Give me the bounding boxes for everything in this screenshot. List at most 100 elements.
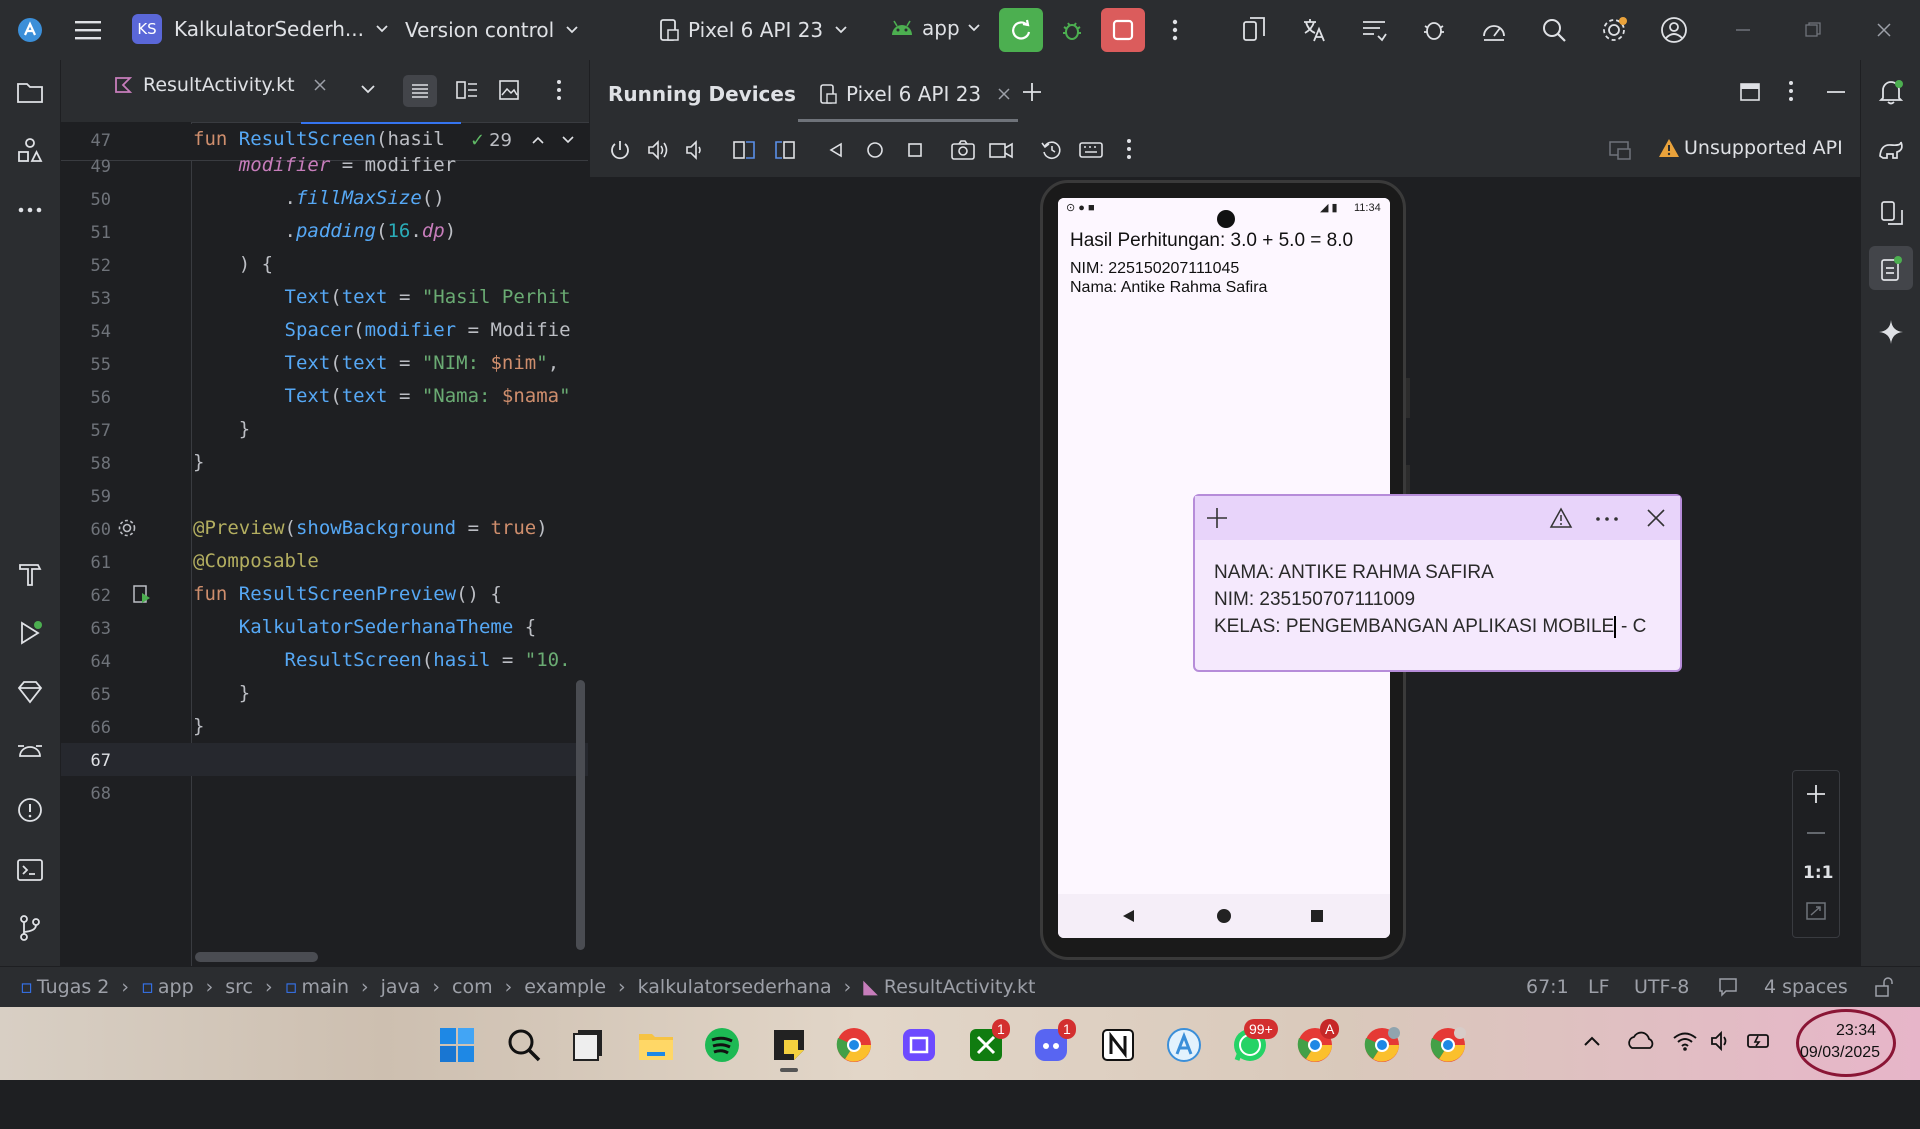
- chrome-profile-c-button[interactable]: [1429, 1026, 1467, 1064]
- sticky-header-code[interactable]: fun ResultScreen(hasil: [193, 128, 445, 150]
- gradle-button[interactable]: [1871, 130, 1911, 170]
- volume-tray-icon[interactable]: [1710, 1030, 1736, 1052]
- snapshot-button[interactable]: [1040, 138, 1064, 162]
- note-line-nim[interactable]: NIM: 235150707111009: [1214, 589, 1415, 611]
- proton-vpn-button[interactable]: [900, 1026, 938, 1064]
- rotate-right-button[interactable]: [772, 138, 798, 162]
- spotify-button[interactable]: [703, 1026, 741, 1064]
- run-tool-button[interactable]: [10, 613, 50, 653]
- chrome-profile-b-button[interactable]: [1363, 1026, 1401, 1064]
- resource-manager-button[interactable]: [10, 130, 50, 170]
- app-quality-button[interactable]: [10, 730, 50, 770]
- problems-tool-button[interactable]: [10, 790, 50, 830]
- file-explorer-button[interactable]: [637, 1026, 675, 1064]
- zoom-actual-size-button[interactable]: 1:1: [1803, 863, 1833, 883]
- editor-tab-resultactivity[interactable]: ResultActivity.kt: [113, 74, 327, 96]
- onedrive-tray-icon[interactable]: [1626, 1030, 1656, 1052]
- code-line[interactable]: KalkulatorSederhanaTheme {: [193, 616, 536, 638]
- taskbar-search-button[interactable]: [505, 1026, 543, 1064]
- account-button[interactable]: [1654, 10, 1694, 50]
- code-line[interactable]: .padding(16.dp): [193, 220, 457, 242]
- battery-tray-icon[interactable]: [1746, 1030, 1774, 1052]
- running-devices-side-button[interactable]: [1869, 246, 1913, 290]
- code-line[interactable]: Text(text = "Nama: $nama": [193, 385, 571, 407]
- phone-side-button[interactable]: [1406, 378, 1410, 418]
- sticky-notes-button[interactable]: [770, 1026, 808, 1064]
- build-tool-button[interactable]: [10, 554, 50, 594]
- screenshot-button[interactable]: [950, 138, 976, 162]
- run-config-selector[interactable]: app: [888, 16, 982, 40]
- start-button[interactable]: [438, 1026, 476, 1064]
- device-more-button[interactable]: [1126, 138, 1132, 160]
- apply-changes-button[interactable]: [999, 8, 1043, 52]
- breadcrumb-item[interactable]: kalkulatorsederhana: [638, 976, 832, 998]
- next-highlight-button[interactable]: [560, 132, 576, 148]
- git-tool-button[interactable]: [10, 908, 50, 948]
- logcat-button[interactable]: [1354, 10, 1394, 50]
- inspection-summary[interactable]: ✓ 29: [470, 130, 512, 151]
- device-tab-pixel6[interactable]: Pixel 6 API 23: [818, 82, 1011, 106]
- debug-button[interactable]: [1052, 10, 1092, 50]
- chrome-button[interactable]: [835, 1026, 873, 1064]
- code-line[interactable]: ResultScreen(hasil = "10.: [193, 649, 571, 671]
- rotate-left-button[interactable]: [732, 138, 758, 162]
- unsupported-api-warning[interactable]: Unsupported API: [1658, 137, 1843, 159]
- wifi-tray-icon[interactable]: [1672, 1030, 1698, 1052]
- code-line[interactable]: }: [193, 418, 250, 440]
- mirror-settings-button[interactable]: [1608, 139, 1632, 161]
- volume-down-button[interactable]: [684, 138, 708, 162]
- run-preview-gutter-icon[interactable]: [132, 584, 152, 604]
- app-inspection-button[interactable]: [1414, 10, 1454, 50]
- show-hidden-icons-button[interactable]: [1582, 1032, 1602, 1052]
- power-button[interactable]: [608, 138, 632, 162]
- translate-button[interactable]: [1294, 10, 1334, 50]
- hide-panel-button[interactable]: [1826, 90, 1846, 94]
- code-line[interactable]: Spacer(modifier = Modifie: [193, 319, 571, 341]
- back-button[interactable]: [826, 138, 846, 162]
- code-line[interactable]: Text(text = "Hasil Perhit: [193, 286, 571, 308]
- home-button[interactable]: [864, 138, 886, 162]
- breadcrumb-item[interactable]: com: [452, 976, 493, 998]
- project-selector[interactable]: KS KalkulatorSederh...: [132, 14, 390, 44]
- design-view-button[interactable]: [499, 80, 519, 100]
- readonly-toggle[interactable]: [1718, 977, 1738, 997]
- code-line[interactable]: .fillMaxSize(): [193, 187, 445, 209]
- breadcrumb-item[interactable]: src: [225, 976, 253, 998]
- project-tool-button[interactable]: [10, 72, 50, 112]
- note-line-nama[interactable]: NAMA: ANTIKE RAHMA SAFIRA: [1214, 562, 1494, 584]
- gemini-tool-button[interactable]: [10, 672, 50, 712]
- screen-record-button[interactable]: [988, 138, 1014, 162]
- phone-overview-button[interactable]: [1310, 909, 1324, 923]
- code-line[interactable]: }: [193, 682, 250, 704]
- more-tools-button[interactable]: [10, 190, 50, 230]
- settings-button[interactable]: [1594, 10, 1634, 50]
- keyboard-toggle-button[interactable]: [1078, 138, 1104, 162]
- horizontal-scrollbar[interactable]: [195, 952, 318, 962]
- volume-up-button[interactable]: [646, 138, 670, 162]
- line-separator[interactable]: LF: [1588, 976, 1610, 998]
- file-encoding[interactable]: UTF-8: [1634, 976, 1689, 998]
- note-warning-button[interactable]: [1549, 507, 1573, 529]
- split-view-button[interactable]: [456, 80, 478, 100]
- device-manager-side-button[interactable]: [1871, 192, 1911, 232]
- restore-window-button[interactable]: [1793, 10, 1833, 50]
- add-device-tab-button[interactable]: [1022, 82, 1042, 102]
- breadcrumb-item[interactable]: example: [524, 976, 606, 998]
- taskbar-date[interactable]: 09/03/2025: [1800, 1044, 1880, 1062]
- version-control-menu[interactable]: Version control: [405, 18, 580, 42]
- minimize-window-button[interactable]: [1723, 10, 1763, 50]
- profiler-button[interactable]: [1474, 10, 1514, 50]
- code-line[interactable]: Text(text = "NIM: $nim",: [193, 352, 560, 374]
- notifications-button[interactable]: [1871, 72, 1911, 112]
- sticky-note-window[interactable]: NAMA: ANTIKE RAHMA SAFIRA NIM: 235150707…: [1193, 494, 1682, 672]
- android-studio-logo-icon[interactable]: [10, 10, 50, 50]
- zoom-in-button[interactable]: [1805, 783, 1827, 805]
- gemini-side-button[interactable]: [1871, 312, 1911, 352]
- more-actions-button[interactable]: [1155, 10, 1195, 50]
- overview-button[interactable]: [904, 138, 926, 162]
- panel-layout-button[interactable]: [1740, 82, 1760, 102]
- editor-more-button[interactable]: [556, 79, 562, 101]
- code-view-button[interactable]: [403, 75, 437, 107]
- note-menu-button[interactable]: [1595, 516, 1619, 522]
- tabs-dropdown-button[interactable]: [359, 80, 377, 98]
